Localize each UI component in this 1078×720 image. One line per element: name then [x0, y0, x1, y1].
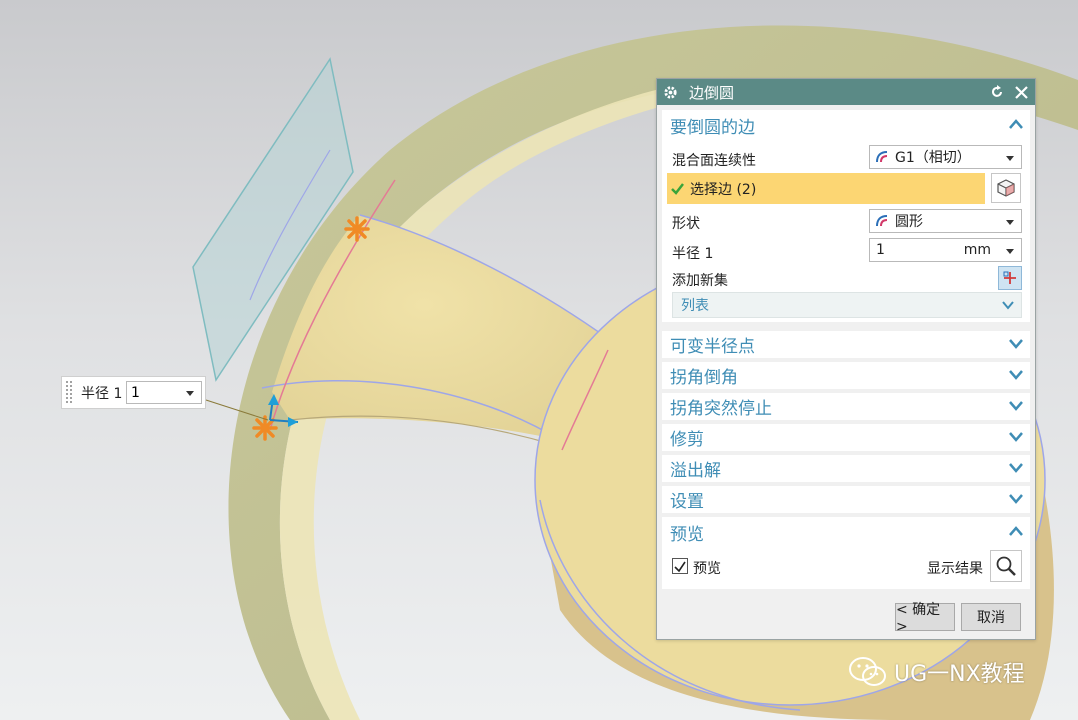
section-edges-to-blend[interactable]: 要倒圆的边 — [670, 113, 755, 138]
chevron-up-icon[interactable] — [1008, 118, 1024, 130]
radius-input[interactable]: 1 mm — [869, 238, 1022, 262]
shape-dropdown[interactable]: 圆形 — [869, 209, 1022, 233]
section-label: 溢出解 — [670, 461, 721, 481]
dialog-titlebar[interactable]: 边倒圆 — [657, 79, 1035, 105]
magnifier-icon — [996, 556, 1016, 576]
drag-grip-icon[interactable] — [65, 380, 73, 405]
select-edge-button[interactable] — [991, 173, 1021, 203]
chevron-down-icon[interactable] — [1006, 156, 1014, 161]
close-icon[interactable] — [1011, 82, 1031, 102]
section-label: 拐角倒角 — [670, 368, 738, 388]
chevron-down-icon[interactable] — [1008, 430, 1024, 444]
section-variable-radius-points[interactable]: 可变半径点 — [662, 331, 1030, 358]
shape-label: 形状 — [672, 216, 700, 232]
section-trim[interactable]: 修剪 — [662, 424, 1030, 451]
chevron-up-icon[interactable] — [1008, 525, 1024, 537]
radius-callout-value: 1 — [131, 384, 140, 401]
chevron-down-icon[interactable] — [1008, 399, 1024, 413]
continuity-icon — [876, 151, 888, 163]
list-bar[interactable]: 列表 — [672, 292, 1022, 318]
section-corner-setback[interactable]: 拐角倒角 — [662, 362, 1030, 389]
ok-button[interactable]: < 确定 > — [895, 602, 955, 635]
wechat-logo-icon — [849, 657, 886, 686]
section-label: 修剪 — [670, 430, 704, 450]
radius-callout[interactable]: 半径 1 1 — [61, 376, 206, 409]
checkmark-icon — [671, 182, 684, 195]
watermark-text: UG一NX教程 — [894, 662, 1025, 687]
add-new-set-label: 添加新集 — [672, 273, 728, 289]
chevron-down-icon[interactable] — [1006, 249, 1014, 254]
chevron-down-icon[interactable] — [1008, 492, 1024, 506]
section-stop-short-of-corner[interactable]: 拐角突然停止 — [662, 393, 1030, 420]
select-edge-row[interactable]: 选择边 (2) — [667, 173, 985, 204]
checkmark-icon — [674, 561, 686, 573]
radius-label: 半径 1 — [672, 246, 714, 262]
list-label: 列表 — [681, 298, 709, 314]
section-settings[interactable]: 设置 — [662, 486, 1030, 513]
radius-unit: mm — [963, 242, 991, 258]
edge-blend-dialog: 边倒圆 要倒圆的边 混合面连续性 G1（相切） 选择边 (2) 形状 圆形 半径… — [656, 78, 1036, 640]
radius-value: 1 — [876, 242, 885, 258]
section-label: 可变半径点 — [670, 337, 755, 357]
preview-checkbox-label: 预览 — [693, 561, 721, 577]
blend-continuity-label: 混合面连续性 — [672, 153, 756, 169]
radius-handle-marker-1[interactable] — [344, 216, 370, 242]
add-new-set-button[interactable] — [998, 266, 1022, 290]
radius-callout-input[interactable]: 1 — [126, 381, 202, 404]
radius-callout-label: 半径 1 — [81, 385, 123, 402]
circular-shape-icon — [876, 215, 888, 227]
chevron-down-icon[interactable] — [1001, 300, 1015, 310]
select-edge-label: 选择边 (2) — [690, 181, 757, 198]
chevron-down-icon[interactable] — [1008, 368, 1024, 382]
dialog-title: 边倒圆 — [689, 83, 735, 102]
chevron-down-icon[interactable] — [1006, 220, 1014, 225]
show-result-button[interactable] — [990, 550, 1022, 582]
cancel-button[interactable]: 取消 — [961, 603, 1021, 631]
section-label: 设置 — [670, 492, 704, 512]
chevron-down-icon[interactable] — [1008, 337, 1024, 351]
chevron-down-icon[interactable] — [186, 391, 194, 396]
section-overflow[interactable]: 溢出解 — [662, 455, 1030, 482]
gear-icon[interactable] — [657, 79, 683, 105]
add-set-icon — [1003, 271, 1016, 284]
edges-to-blend-panel: 要倒圆的边 混合面连续性 G1（相切） 选择边 (2) 形状 圆形 半径 1 1… — [662, 110, 1030, 322]
preview-checkbox[interactable] — [672, 558, 688, 574]
watermark: UG一NX教程 — [848, 656, 1025, 688]
preview-panel: 预览 预览 显示结果 — [662, 517, 1030, 589]
shape-value: 圆形 — [895, 214, 923, 230]
chevron-down-icon[interactable] — [1008, 461, 1024, 475]
section-preview[interactable]: 预览 — [670, 520, 704, 545]
blend-continuity-value: G1（相切） — [895, 150, 971, 166]
blend-continuity-dropdown[interactable]: G1（相切） — [869, 145, 1022, 169]
reset-icon[interactable] — [987, 82, 1007, 102]
show-result-label: 显示结果 — [927, 561, 983, 577]
cube-icon — [997, 179, 1015, 197]
section-label: 拐角突然停止 — [670, 399, 772, 419]
